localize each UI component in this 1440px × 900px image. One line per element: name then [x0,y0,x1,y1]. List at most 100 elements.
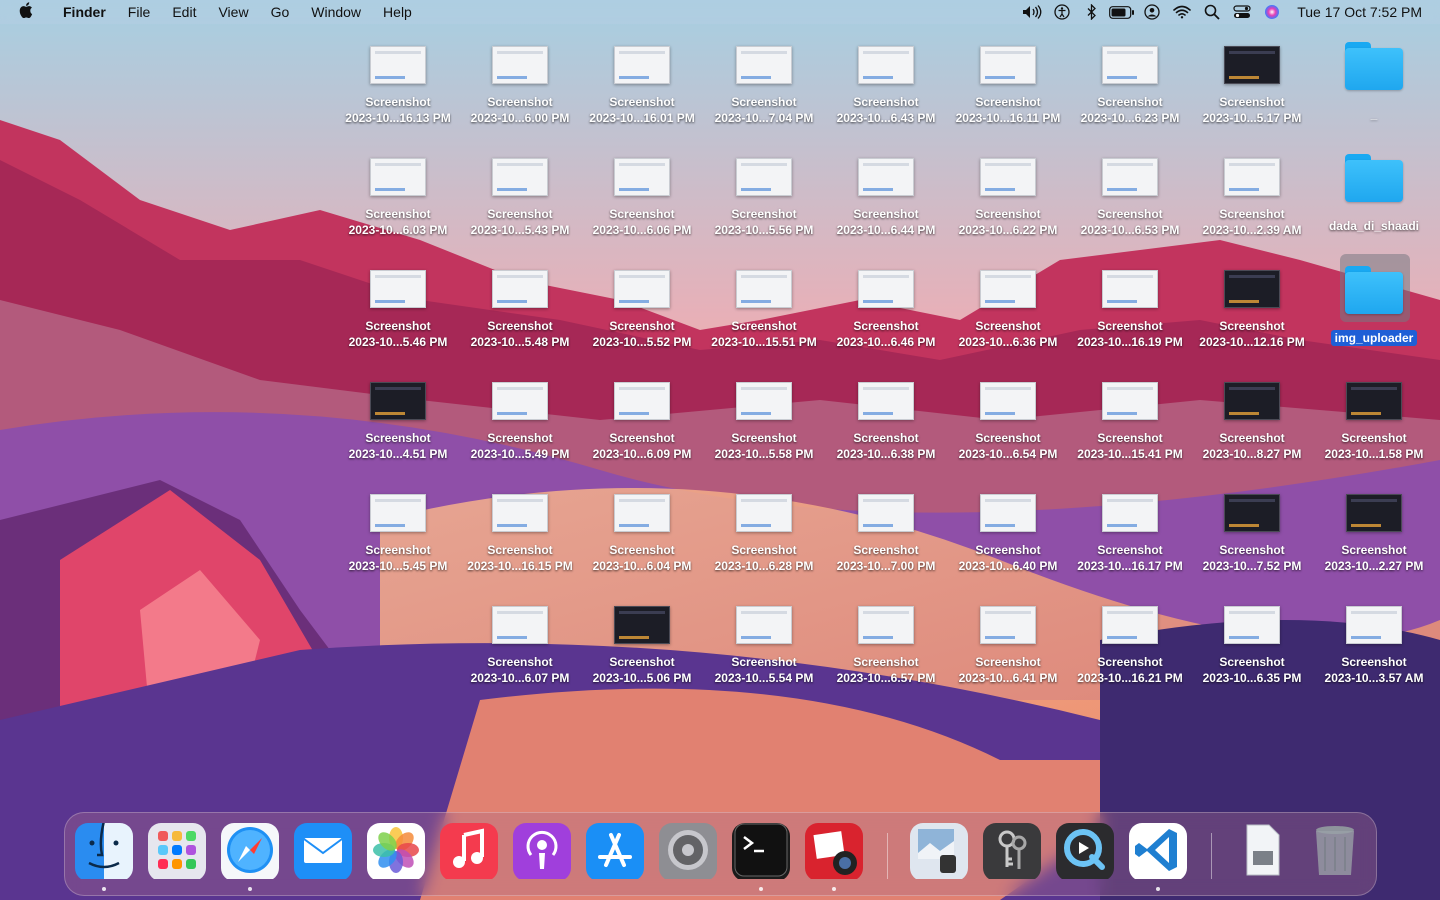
screenshot-thumbnail-icon [736,494,792,532]
desktop-file-screenshot[interactable]: Screenshot 2023-10...5.45 PM [338,486,458,594]
dock-item-keychain-access[interactable] [983,823,1041,881]
desktop-file-screenshot[interactable]: Screenshot 2023-10...6.43 PM [826,38,946,146]
file-name-label: Screenshot [365,319,431,333]
desktop-file-screenshot[interactable]: Screenshot 2023-10...12.16 PM [1192,262,1312,370]
battery-icon[interactable] [1109,3,1135,21]
desktop-file-screenshot[interactable]: Screenshot 2023-10...1.58 PM [1314,374,1434,482]
desktop-file-screenshot[interactable]: Screenshot 2023-10...4.51 PM [338,374,458,482]
file-name-label: Screenshot [365,431,431,445]
desktop-file-screenshot[interactable]: Screenshot 2023-10...5.58 PM [704,374,824,482]
desktop-file-screenshot[interactable]: Screenshot 2023-10...16.13 PM [338,38,458,146]
menu-app-name[interactable]: Finder [52,4,117,20]
file-name-label: Screenshot [1219,543,1285,557]
screenshot-thumbnail-icon [1224,46,1280,84]
dock-item-music[interactable] [440,823,498,881]
file-date-label: 2023-10...8.27 PM [1202,447,1302,461]
menu-window[interactable]: Window [300,4,372,20]
file-name-label: Screenshot [365,95,431,109]
desktop-folder[interactable]: dada_di_shaadi [1314,150,1434,258]
volume-icon[interactable] [1019,3,1045,21]
desktop-file-screenshot[interactable]: Screenshot 2023-10...6.07 PM [460,598,580,706]
desktop-file-screenshot[interactable]: Screenshot 2023-10...6.22 PM [948,150,1068,258]
dock-item-photo-booth[interactable] [805,823,863,881]
photo-booth-icon [805,823,863,881]
desktop-file-screenshot[interactable]: Screenshot 2023-10...16.19 PM [1070,262,1190,370]
control-center-icon[interactable] [1229,3,1255,21]
dock-item-photos[interactable] [367,823,425,881]
dock-item-vscode[interactable] [1129,823,1187,881]
dock-item-app-store[interactable] [586,823,644,881]
desktop-file-screenshot[interactable]: Screenshot 2023-10...16.01 PM [582,38,702,146]
desktop-file-screenshot[interactable]: Screenshot 2023-10...6.53 PM [1070,150,1190,258]
menu-help[interactable]: Help [372,4,423,20]
menu-bar-clock[interactable]: Tue 17 Oct 7:52 PM [1297,4,1422,20]
desktop-file-screenshot[interactable]: Screenshot 2023-10...6.46 PM [826,262,946,370]
desktop-file-screenshot[interactable]: Screenshot 2023-10...6.09 PM [582,374,702,482]
file-name-label: Screenshot [975,319,1041,333]
desktop-file-screenshot[interactable]: Screenshot 2023-10...5.48 PM [460,262,580,370]
menu-view[interactable]: View [207,4,259,20]
menu-edit[interactable]: Edit [161,4,207,20]
desktop-file-screenshot[interactable]: Screenshot 2023-10...6.54 PM [948,374,1068,482]
dock-item-podcasts[interactable] [513,823,571,881]
desktop-file-screenshot[interactable]: Screenshot 2023-10...5.43 PM [460,150,580,258]
dock-item-quicktime[interactable] [1056,823,1114,881]
desktop-file-screenshot[interactable]: Screenshot 2023-10...6.35 PM [1192,598,1312,706]
desktop-file-screenshot[interactable]: Screenshot 2023-10...6.41 PM [948,598,1068,706]
siri-icon[interactable] [1259,3,1285,21]
desktop-file-screenshot[interactable]: Screenshot 2023-10...5.17 PM [1192,38,1312,146]
desktop-file-screenshot[interactable]: Screenshot 2023-10...5.06 PM [582,598,702,706]
desktop-file-screenshot[interactable]: Screenshot 2023-10...6.03 PM [338,150,458,258]
desktop-folder[interactable]: img_uploader [1314,262,1434,370]
desktop-file-screenshot[interactable]: Screenshot 2023-10...5.49 PM [460,374,580,482]
desktop-file-screenshot[interactable]: Screenshot 2023-10...16.11 PM [948,38,1068,146]
desktop-file-screenshot[interactable]: Screenshot 2023-10...7.52 PM [1192,486,1312,594]
desktop-file-screenshot[interactable]: Screenshot 2023-10...6.36 PM [948,262,1068,370]
desktop-file-screenshot[interactable]: Screenshot 2023-10...6.40 PM [948,486,1068,594]
desktop-file-screenshot[interactable]: Screenshot 2023-10...6.06 PM [582,150,702,258]
desktop-file-screenshot[interactable]: Screenshot 2023-10...6.44 PM [826,150,946,258]
file-date-label: 2023-10...6.41 PM [958,671,1058,685]
dock-item-safari[interactable] [221,823,279,881]
desktop-file-screenshot[interactable]: Screenshot 2023-10...16.15 PM [460,486,580,594]
file-date-label: 2023-10...1.58 PM [1324,447,1424,461]
dock-item-launchpad[interactable] [148,823,206,881]
search-icon[interactable] [1199,3,1225,21]
menu-file[interactable]: File [117,4,162,20]
dock-item-terminal[interactable] [732,823,790,881]
desktop-file-screenshot[interactable]: Screenshot 2023-10...16.21 PM [1070,598,1190,706]
menu-go[interactable]: Go [260,4,301,20]
accessibility-icon[interactable] [1049,3,1075,21]
dock-item-preview[interactable] [910,823,968,881]
desktop-file-screenshot[interactable]: Screenshot 2023-10...6.23 PM [1070,38,1190,146]
dock-item-downloads-stack[interactable] [1233,823,1291,881]
desktop-file-screenshot[interactable]: Screenshot 2023-10...15.51 PM [704,262,824,370]
apple-menu-icon[interactable] [0,1,52,23]
desktop-file-screenshot[interactable]: Screenshot 2023-10...8.27 PM [1192,374,1312,482]
desktop-file-screenshot[interactable]: Screenshot 2023-10...6.00 PM [460,38,580,146]
desktop-file-screenshot[interactable]: Screenshot 2023-10...5.56 PM [704,150,824,258]
dock-item-finder[interactable] [75,823,133,881]
wifi-icon[interactable] [1169,3,1195,21]
desktop-file-screenshot[interactable]: Screenshot 2023-10...6.38 PM [826,374,946,482]
bluetooth-icon[interactable] [1079,3,1105,21]
desktop-file-screenshot[interactable]: Screenshot 2023-10...6.57 PM [826,598,946,706]
desktop-file-screenshot[interactable]: Screenshot 2023-10...6.04 PM [582,486,702,594]
dock-item-system-preferences[interactable] [659,823,717,881]
desktop-file-screenshot[interactable]: Screenshot 2023-10...3.57 AM [1314,598,1434,706]
desktop-file-screenshot[interactable]: Screenshot 2023-10...7.04 PM [704,38,824,146]
dock-item-trash[interactable] [1306,823,1364,881]
desktop-file-screenshot[interactable]: Screenshot 2023-10...2.39 AM [1192,150,1312,258]
file-date-label: 2023-10...6.53 PM [1080,223,1180,237]
desktop-file-screenshot[interactable]: Screenshot 2023-10...5.52 PM [582,262,702,370]
desktop-file-screenshot[interactable]: Screenshot 2023-10...5.46 PM [338,262,458,370]
desktop-file-screenshot[interactable]: Screenshot 2023-10...2.27 PM [1314,486,1434,594]
desktop-folder[interactable]: _ [1314,38,1434,146]
user-icon[interactable] [1139,3,1165,21]
dock-item-mail[interactable] [294,823,352,881]
desktop-file-screenshot[interactable]: Screenshot 2023-10...15.41 PM [1070,374,1190,482]
desktop-file-screenshot[interactable]: Screenshot 2023-10...7.00 PM [826,486,946,594]
desktop-file-screenshot[interactable]: Screenshot 2023-10...5.54 PM [704,598,824,706]
desktop-file-screenshot[interactable]: Screenshot 2023-10...16.17 PM [1070,486,1190,594]
desktop-file-screenshot[interactable]: Screenshot 2023-10...6.28 PM [704,486,824,594]
